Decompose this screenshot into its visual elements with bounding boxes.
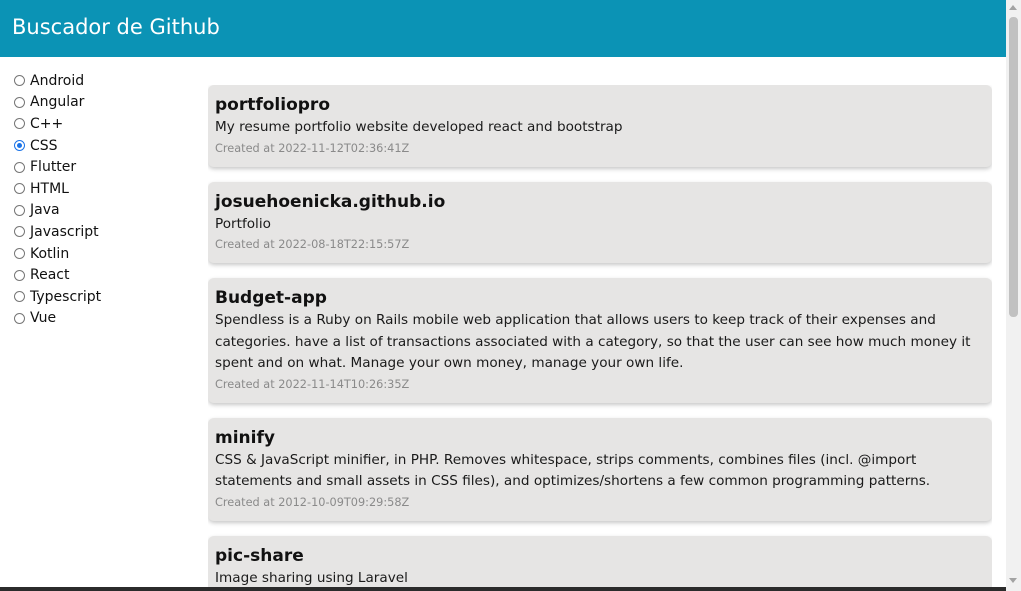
language-option-label: Flutter: [30, 159, 77, 176]
repo-card[interactable]: Budget-app Spendless is a Ruby on Rails m…: [208, 278, 992, 403]
repo-list: portfoliopro My resume portfolio website …: [208, 85, 992, 591]
repo-name[interactable]: minify: [215, 426, 985, 450]
language-option-css[interactable]: CSS: [14, 135, 194, 157]
radio-button[interactable]: [14, 96, 25, 108]
repo-name[interactable]: portfoliopro: [215, 93, 985, 117]
radio-button[interactable]: [14, 204, 25, 216]
language-option-vue[interactable]: Vue: [14, 308, 194, 330]
language-option-label: Vue: [30, 310, 57, 327]
language-option-label: Java: [30, 202, 60, 219]
repo-card[interactable]: portfoliopro My resume portfolio website …: [208, 85, 992, 167]
repo-created-date: Created at 2012-10-09T09:29:58Z: [215, 495, 410, 509]
radio-button[interactable]: [14, 312, 25, 324]
radio-button[interactable]: [14, 183, 25, 195]
repo-card[interactable]: josuehoenicka.github.io Portfolio Created …: [208, 181, 992, 263]
language-option-kotlin[interactable]: Kotlin: [14, 243, 194, 265]
language-option-label: HTML: [30, 180, 69, 197]
radio-button[interactable]: [14, 269, 25, 281]
radio-button[interactable]: [14, 118, 25, 130]
language-filter-list: Android Angular C++ CSS Flutter HTML Java Javas…: [14, 70, 194, 329]
radio-button[interactable]: [14, 248, 25, 260]
language-option-label: Javascript: [30, 223, 99, 240]
repo-name[interactable]: pic-share: [215, 544, 985, 568]
repo-card[interactable]: minify CSS & JavaScript minifier, in PHP.…: [208, 417, 992, 521]
app-header: Buscador de Github: [0, 0, 1006, 57]
repo-description: My resume portfolio website developed re…: [215, 119, 623, 135]
repo-created-date: Created at 2022-08-18T22:15:57Z: [215, 238, 410, 251]
repo-created-date: Created at 2022-11-14T10:26:35Z: [215, 377, 410, 391]
language-option-label: Typescript: [30, 288, 102, 305]
language-option-c[interactable]: C++: [14, 113, 194, 135]
app-title: Buscador de Github: [12, 15, 220, 39]
language-option-flutter[interactable]: Flutter: [14, 156, 194, 178]
language-option-react[interactable]: React: [14, 264, 194, 286]
repo-created-date: Created at 2022-11-12T02:36:41Z: [215, 141, 410, 155]
repo-card[interactable]: pic-share Image sharing using Laravel: [208, 535, 992, 591]
repo-description: Image sharing using Laravel: [215, 569, 408, 586]
language-option-label: Android: [30, 72, 85, 89]
scroll-thumb[interactable]: [1009, 17, 1018, 317]
radio-button[interactable]: [14, 161, 25, 173]
radio-button[interactable]: [14, 226, 25, 238]
language-option-android[interactable]: Android: [14, 70, 194, 92]
repo-description: Spendless is a Ruby on Rails mobile web …: [215, 312, 971, 371]
page-scrollbar[interactable]: [1006, 0, 1021, 591]
app-page: Buscador de Github Android Angular C++ CSS F…: [0, 0, 1021, 591]
scroll-down-arrow-icon[interactable]: [1009, 578, 1017, 583]
repo-name[interactable]: Budget-app: [215, 286, 985, 310]
repo-name[interactable]: josuehoenicka.github.io: [215, 190, 985, 214]
radio-button[interactable]: [14, 291, 25, 303]
language-option-label: Kotlin: [30, 245, 70, 262]
language-option-label: React: [30, 267, 70, 284]
bottom-edge: [0, 587, 1006, 591]
language-option-html[interactable]: HTML: [14, 178, 194, 200]
language-option-javascript[interactable]: Javascript: [14, 221, 194, 243]
repo-description: CSS & JavaScript minifier, in PHP. Remov…: [215, 451, 931, 490]
language-option-java[interactable]: Java: [14, 200, 194, 222]
language-option-typescript[interactable]: Typescript: [14, 286, 194, 308]
repo-description: Portfolio: [215, 215, 271, 232]
radio-button[interactable]: [14, 75, 25, 87]
language-option-label: CSS: [30, 137, 58, 154]
radio-button[interactable]: [14, 140, 25, 152]
language-option-angular[interactable]: Angular: [14, 92, 194, 114]
scroll-up-arrow-icon[interactable]: [1009, 5, 1017, 10]
language-option-label: C++: [30, 115, 64, 132]
language-option-label: Angular: [30, 94, 85, 111]
